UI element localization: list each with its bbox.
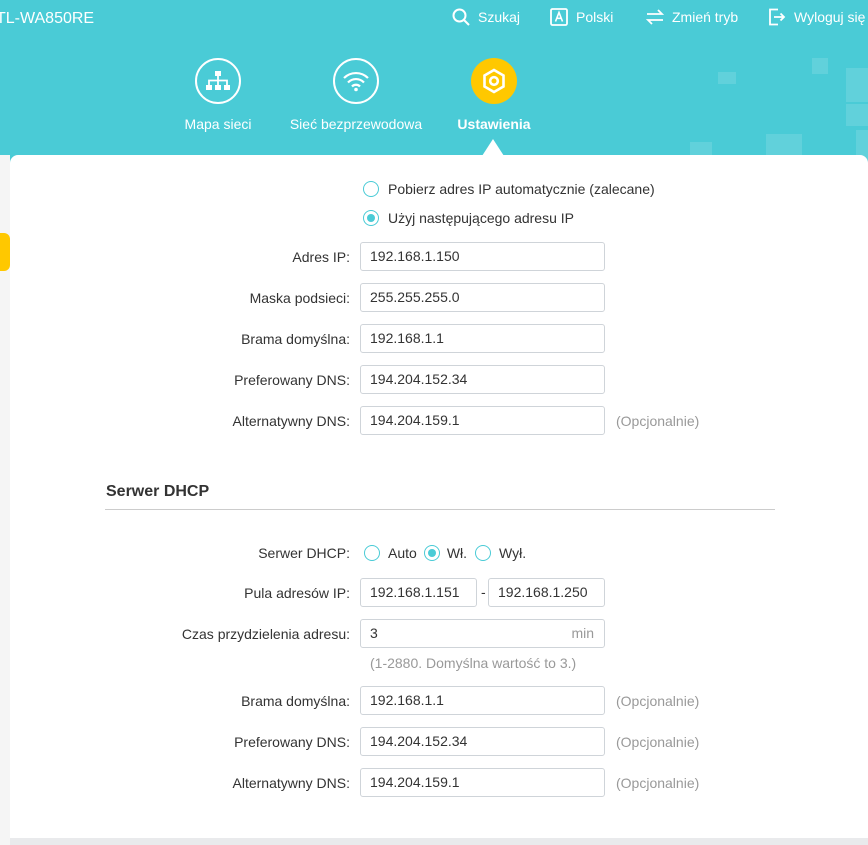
preferred-dns-label: Preferowany DNS:	[234, 372, 350, 388]
dhcp-alternate-dns-optional: (Opcjonalnie)	[616, 775, 700, 791]
ip-address-label: Adres IP:	[292, 249, 350, 265]
ip-manual-option[interactable]: Użyj następującego adresu IP	[363, 203, 574, 233]
lease-time-hint: (1-2880. Domyślna wartość to 3.)	[370, 655, 577, 671]
header-decoration	[718, 72, 736, 84]
ip-pool-start-input[interactable]: 192.168.1.151	[360, 578, 477, 607]
dhcp-section-title: Serwer DHCP	[106, 483, 210, 500]
dhcp-alternate-dns-input[interactable]: 194.204.159.1	[360, 768, 605, 797]
alternate-dns-input[interactable]: 194.204.159.1	[360, 406, 605, 435]
preferred-dns-input[interactable]: 194.204.152.34	[360, 365, 605, 394]
header-decoration	[846, 104, 868, 126]
subnet-mask-label: Maska podsieci:	[249, 290, 350, 306]
dhcp-preferred-dns-optional: (Opcjonalnie)	[616, 734, 700, 750]
gateway-label: Brama domyślna:	[241, 331, 350, 347]
network-map-icon	[195, 58, 241, 104]
ip-pool-separator: -	[481, 584, 486, 600]
gateway-input[interactable]: 192.168.1.1	[360, 324, 605, 353]
ip-auto-label: Pobierz adres IP automatycznie (zalecane…	[388, 181, 655, 197]
header-decoration	[812, 58, 828, 74]
sidebar-active-tab[interactable]	[0, 233, 10, 271]
lease-time-label: Czas przydzielenia adresu:	[181, 626, 350, 642]
dhcp-server-label: Serwer DHCP:	[258, 545, 350, 561]
ip-pool-label: Pula adresów IP:	[244, 585, 350, 601]
wifi-icon	[333, 58, 379, 104]
dhcp-auto-radio[interactable]	[364, 545, 380, 561]
language-button[interactable]: Polski	[550, 7, 646, 27]
nav-item-network-map[interactable]: Mapa sieci	[184, 58, 252, 132]
search-button[interactable]: Szukaj	[452, 7, 550, 27]
dhcp-preferred-dns-label: Preferowany DNS:	[234, 734, 350, 750]
dhcp-mode-group: Auto Wł. Wył.	[364, 538, 526, 568]
dhcp-on-label: Wł.	[446, 545, 468, 561]
header-decoration	[846, 68, 868, 102]
nav-label-wireless: Sieć bezprzewodowa	[289, 116, 423, 132]
mode-switch-icon	[646, 9, 664, 25]
settings-icon	[471, 58, 517, 104]
active-tab-pointer	[482, 139, 504, 156]
alternate-dns-label: Alternatywny DNS:	[232, 413, 350, 429]
product-name: TL-WA850RE	[0, 10, 95, 27]
dhcp-off-radio[interactable]	[475, 545, 492, 561]
language-icon	[550, 8, 568, 26]
header-bar: TL-WA850RE Szukaj Polski Zmień tryb Wylo…	[0, 0, 868, 168]
change-mode-button[interactable]: Zmień tryb	[646, 7, 768, 27]
nav-label-network-map: Mapa sieci	[184, 116, 252, 132]
logout-button[interactable]: Wyloguj się	[768, 7, 865, 27]
nav-item-wireless[interactable]: Sieć bezprzewodowa	[286, 58, 426, 132]
dhcp-off-label: Wył.	[499, 545, 527, 561]
search-label: Szukaj	[478, 9, 521, 25]
logout-label: Wyloguj się	[794, 9, 866, 25]
dhcp-gateway-input[interactable]: 192.168.1.1	[360, 686, 605, 715]
language-label: Polski	[576, 9, 614, 25]
alternate-dns-optional: (Opcjonalnie)	[616, 413, 700, 429]
subnet-mask-input[interactable]: 255.255.255.0	[360, 283, 605, 312]
dhcp-auto-label: Auto	[388, 545, 417, 561]
lease-time-input[interactable]: 3 min	[360, 619, 605, 648]
nav-label-settings: Ustawienia	[457, 116, 531, 132]
change-mode-label: Zmień tryb	[672, 9, 739, 25]
dhcp-on-radio[interactable]	[423, 545, 440, 561]
lease-time-unit: min	[571, 625, 594, 641]
dhcp-preferred-dns-input[interactable]: 194.204.152.34	[360, 727, 605, 756]
search-icon	[452, 8, 470, 26]
ip-pool-end-input[interactable]: 192.168.1.250	[488, 578, 605, 607]
ip-auto-option[interactable]: Pobierz adres IP automatycznie (zalecane…	[363, 174, 655, 204]
dhcp-gateway-label: Brama domyślna:	[241, 693, 350, 709]
nav-item-settings[interactable]: Ustawienia	[452, 58, 536, 132]
ip-auto-radio[interactable]	[363, 181, 379, 197]
logout-icon	[769, 8, 786, 26]
lease-time-value: 3	[370, 625, 378, 641]
dhcp-gateway-optional: (Opcjonalnie)	[616, 693, 700, 709]
ip-address-input[interactable]: 192.168.1.150	[360, 242, 605, 271]
top-nav: Szukaj Polski Zmień tryb Wyloguj się	[452, 7, 865, 27]
section-divider	[105, 509, 775, 510]
dhcp-alternate-dns-label: Alternatywny DNS:	[232, 775, 350, 791]
ip-manual-radio[interactable]	[363, 210, 379, 226]
ip-manual-label: Użyj następującego adresu IP	[388, 210, 574, 226]
